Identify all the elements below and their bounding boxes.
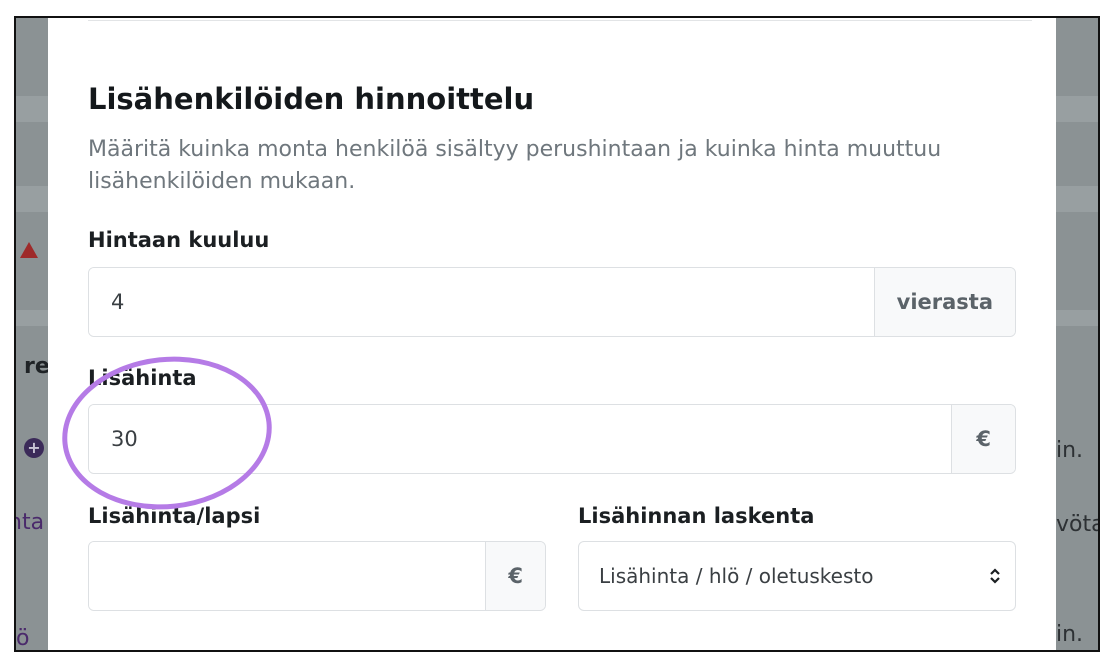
backdrop-text: re <box>24 354 50 379</box>
extra-price-group: € <box>88 404 1016 474</box>
plus-circle-icon: + <box>24 438 44 458</box>
screenshot-frame: re + nta ö in. vöta in. Lisähenkilöiden … <box>14 16 1100 652</box>
euro-suffix: € <box>951 405 1015 473</box>
warning-icon <box>20 242 38 258</box>
euro-suffix: € <box>485 542 545 610</box>
included-guests-label: Hintaan kuuluu <box>88 228 270 252</box>
calculation-label: Lisähinnan laskenta <box>578 504 815 528</box>
extra-price-child-label: Lisähinta/lapsi <box>88 504 261 528</box>
included-guests-group: vierasta <box>88 267 1016 337</box>
divider <box>88 20 1032 21</box>
backdrop-text: ö <box>16 626 30 651</box>
chevron-updown-icon <box>989 567 1001 585</box>
backdrop-text: in. <box>1056 438 1084 463</box>
modal-title: Lisähenkilöiden hinnoittelu <box>88 82 535 116</box>
backdrop-text: nta <box>16 510 45 535</box>
backdrop-text: vöta <box>1056 512 1100 537</box>
pricing-modal: Lisähenkilöiden hinnoittelu Määritä kuin… <box>48 18 1056 650</box>
included-guests-input[interactable] <box>89 268 874 336</box>
calculation-selected-value: Lisähinta / hlö / oletuskesto <box>599 564 874 588</box>
extra-price-label: Lisähinta <box>88 366 197 390</box>
backdrop-text: in. <box>1056 622 1084 647</box>
calculation-select[interactable]: Lisähinta / hlö / oletuskesto <box>578 541 1016 611</box>
guests-suffix: vierasta <box>873 268 1015 336</box>
extra-price-input[interactable] <box>89 405 952 473</box>
modal-description: Määritä kuinka monta henkilöä sisältyy p… <box>88 137 942 194</box>
extra-price-child-group: € <box>88 541 546 611</box>
extra-price-child-input[interactable] <box>89 542 486 610</box>
